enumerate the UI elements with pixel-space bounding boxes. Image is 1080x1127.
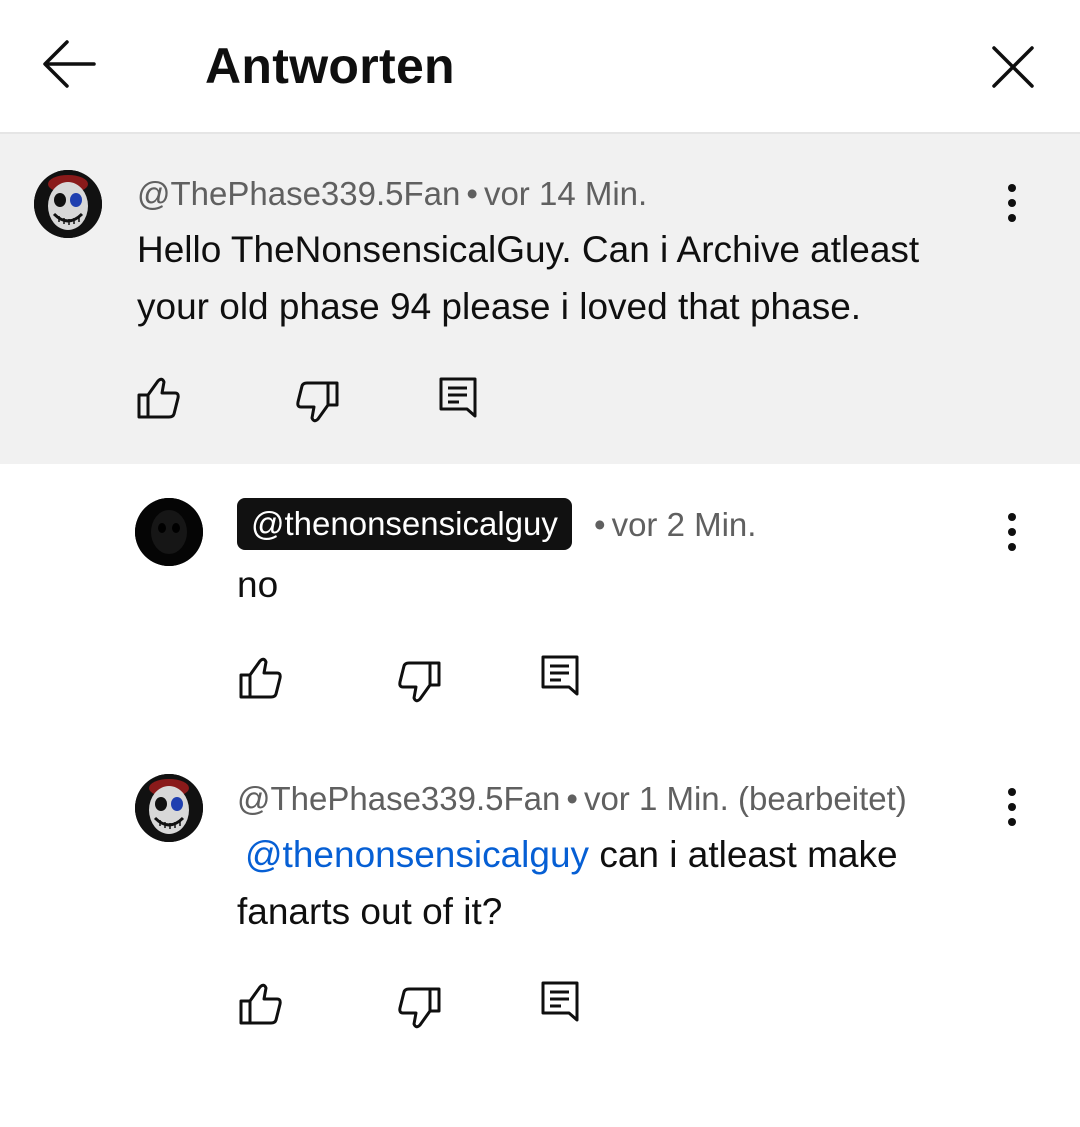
dislike-button[interactable]: [292, 377, 342, 427]
comment-menu-button[interactable]: [992, 178, 1032, 228]
close-button[interactable]: [984, 38, 1042, 96]
more-vert-icon: [1008, 788, 1016, 826]
arrow-left-icon: [43, 40, 96, 88]
reply-comment-icon: [541, 981, 579, 1022]
dislike-button[interactable]: [394, 983, 444, 1033]
avatar[interactable]: [135, 774, 203, 842]
page-title: Antworten: [205, 38, 455, 94]
avatar[interactable]: [135, 498, 203, 566]
meta-separator: •: [594, 506, 606, 543]
thumbs-down-icon: [398, 661, 441, 703]
avatar[interactable]: [34, 170, 102, 238]
reply-comment-icon: [439, 377, 477, 418]
dislike-button[interactable]: [394, 657, 444, 707]
thumbs-down-icon: [296, 381, 339, 423]
comment-meta: @ThePhase339.5Fan • vor 14 Min.: [137, 174, 647, 214]
like-button[interactable]: [236, 979, 286, 1029]
comment-meta: @ThePhase339.5Fan • vor 1 Min. (bearbeitet…: [237, 779, 907, 819]
like-button[interactable]: [134, 373, 184, 423]
comment-time: vor 14 Min.: [483, 175, 648, 212]
comment-menu-button[interactable]: [992, 507, 1032, 557]
thumbs-up-icon: [137, 377, 180, 419]
reply-comment-icon: [541, 655, 579, 696]
channel-owner-badge[interactable]: @thenonsensicalguy: [237, 498, 572, 550]
back-button[interactable]: [36, 34, 102, 94]
meta-separator: •: [466, 175, 478, 212]
comment-text: Hello TheNonsensicalGuy. Can i Archive a…: [137, 229, 920, 327]
comment-text: @thenonsensicalguy can i atleast make fa…: [237, 826, 977, 940]
meta-separator: •: [566, 780, 578, 817]
top-app-bar: Antworten: [0, 0, 1080, 134]
comment-text: no: [237, 564, 279, 605]
comment-meta: • vor 2 Min.: [588, 505, 756, 545]
mention-link[interactable]: @thenonsensicalguy: [245, 834, 589, 875]
parent-comment: @ThePhase339.5Fan • vor 14 Min. Hello TheN…: [0, 134, 1080, 464]
dark-avatar-image: [135, 498, 203, 566]
comment-time: vor 1 Min. (bearbeitet): [583, 780, 907, 817]
comment-author[interactable]: @ThePhase339.5Fan: [137, 175, 460, 212]
skull-avatar-image: [135, 774, 203, 842]
comment-author[interactable]: @ThePhase339.5Fan: [237, 780, 560, 817]
comment-menu-button[interactable]: [992, 782, 1032, 832]
reply-button[interactable]: [536, 652, 586, 702]
more-vert-icon: [1008, 184, 1016, 222]
thumbs-up-icon: [239, 657, 282, 699]
like-button[interactable]: [236, 653, 286, 703]
skull-avatar-image: [34, 170, 102, 238]
reply-button[interactable]: [434, 374, 484, 424]
reply-button[interactable]: [536, 978, 586, 1028]
comment-time: vor 2 Min.: [611, 506, 757, 543]
thumbs-down-icon: [398, 987, 441, 1029]
close-icon: [992, 46, 1034, 88]
thumbs-up-icon: [239, 983, 282, 1025]
more-vert-icon: [1008, 513, 1016, 551]
